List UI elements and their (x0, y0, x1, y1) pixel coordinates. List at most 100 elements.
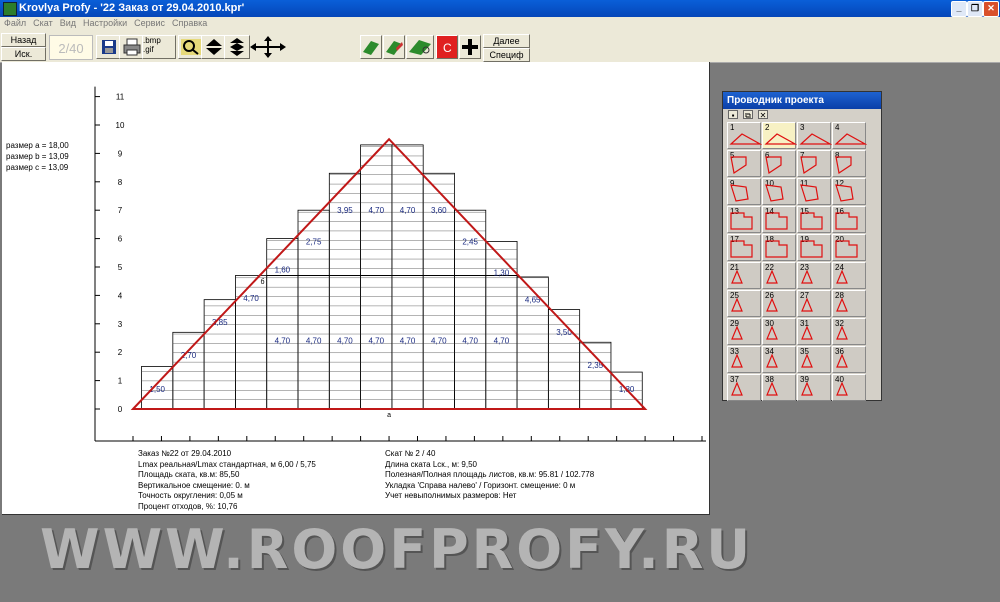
slope-thumbnail[interactable]: 24 (832, 262, 866, 289)
slope-thumbnail[interactable]: 5 (727, 150, 761, 177)
slope-thumbnail[interactable]: 28 (832, 290, 866, 317)
x-tick-label: 19 (669, 446, 678, 447)
color-button[interactable]: C (436, 35, 458, 59)
slope-shape-icon (730, 240, 753, 258)
slope-thumbnail[interactable]: 30 (762, 318, 796, 345)
upper-sheet-label: 4,70 (368, 206, 384, 215)
x-tick-label: 6 (301, 446, 306, 447)
slope-thumbnail[interactable]: 15 (797, 206, 831, 233)
wizard-view-icon[interactable]: ▪ (728, 110, 738, 120)
slope-length-info: Длина ската Lск., м: 9,50 (385, 459, 477, 469)
vertical-offset-info: Вертикальное смещение: 0. м (138, 480, 250, 490)
slope-thumbnail[interactable]: 8 (832, 150, 866, 177)
slope-thumbnail[interactable]: 3 (797, 122, 832, 149)
slope-thumbnail[interactable]: 2 (762, 122, 797, 149)
menu-settings[interactable]: Настройки (79, 17, 130, 28)
export-bmp-gif-button[interactable]: .bmp .gif (142, 35, 176, 59)
slope-thumbnail[interactable]: 17 (727, 234, 761, 261)
minimize-button[interactable]: _ (951, 1, 967, 17)
slope-thumbnail[interactable]: 14 (762, 206, 796, 233)
slope-shape-icon (835, 240, 858, 258)
slope-thumbnail[interactable]: 12 (832, 178, 866, 205)
x-tick-label: 15 (555, 446, 564, 447)
slope-thumbnail[interactable]: 34 (762, 346, 796, 373)
lower-sheet-label: 4,70 (275, 337, 291, 346)
slope-thumbnail[interactable]: 39 (797, 374, 831, 401)
x-tick-label: 17 (612, 446, 621, 447)
slope-thumbnail[interactable]: 37 (727, 374, 761, 401)
slope-thumbnail[interactable]: 9 (727, 178, 761, 205)
slope-thumbnail[interactable]: 29 (727, 318, 761, 345)
slope-thumbnail[interactable]: 20 (832, 234, 866, 261)
lower-sheet-label: 4,70 (368, 337, 384, 346)
slope-thumbnail[interactable]: 6 (762, 150, 796, 177)
sheet-column (579, 341, 612, 410)
slope-thumbnail[interactable]: 4 (832, 122, 867, 149)
impossible-sizes-info: Учет невыполнимых размеров: Нет (385, 491, 517, 500)
slope-shape-icon (765, 212, 788, 230)
y-tick-label: 0 (118, 405, 123, 414)
x-tick-label: 14 (527, 446, 536, 447)
source-data-button[interactable]: Иск. Данн. (1, 47, 46, 71)
slope-thumbnail[interactable]: 40 (832, 374, 866, 401)
slope-thumbnail[interactable]: 19 (797, 234, 831, 261)
slope-shape-icon (834, 133, 867, 145)
slope-thumbnail[interactable]: 31 (797, 318, 831, 345)
slope-thumbnail[interactable]: 1 (727, 122, 762, 149)
slope-thumbnail[interactable]: 22 (762, 262, 796, 289)
edit-slope-button[interactable] (383, 35, 405, 59)
slope-thumbnail[interactable]: 26 (762, 290, 796, 317)
slope-shape-icon (800, 240, 823, 258)
slope-thumbnail[interactable]: 16 (832, 206, 866, 233)
slope-thumbnail[interactable]: 38 (762, 374, 796, 401)
y-tick-label: 9 (118, 149, 123, 158)
slope-thumbnail[interactable]: 36 (832, 346, 866, 373)
slope-thumbnail[interactable]: 21 (727, 262, 761, 289)
slope-thumbnail[interactable]: 23 (797, 262, 831, 289)
next-button[interactable]: Далее (483, 34, 530, 48)
title-bar: Krovlya Profy - '22 Заказ от 29.04.2010.… (0, 0, 1000, 17)
double-arrow-icon (230, 38, 244, 56)
lower-sheet-label: 4,70 (431, 337, 447, 346)
wizard-close-icon[interactable]: ✕ (758, 110, 768, 120)
menu-service[interactable]: Сервис (130, 17, 168, 28)
slope-thumbnail[interactable]: 13 (727, 206, 761, 233)
slope-chart: 0123456789101101234567891011121314151617… (94, 86, 707, 447)
slope-shape-icon (836, 353, 848, 368)
add-button[interactable] (459, 35, 481, 59)
back-button[interactable]: Назад (1, 33, 46, 47)
add-slope-button[interactable] (360, 35, 382, 59)
slope-shape-icon (730, 184, 749, 202)
slope-thumbnail[interactable]: 35 (797, 346, 831, 373)
pan-button[interactable] (248, 35, 286, 59)
specification-button[interactable]: Специф (483, 48, 530, 62)
menu-view[interactable]: Вид (56, 17, 79, 28)
slope-thumbnail[interactable]: 33 (727, 346, 761, 373)
upper-sheet-label: 3,95 (337, 206, 353, 215)
layout-sheets-button[interactable] (406, 35, 434, 59)
x-tick-label: 11 (442, 446, 451, 447)
x-tick-label: 5 (273, 446, 278, 447)
menu-slope[interactable]: Скат (29, 17, 56, 28)
slope-thumbnail[interactable]: 32 (832, 318, 866, 345)
drawing-sheet: размер a = 18,00 размер b = 13,09 размер… (2, 62, 710, 515)
slope-thumbnail[interactable]: 11 (797, 178, 831, 205)
x-tick-label: 20 (698, 446, 707, 447)
sheet-column (485, 241, 518, 410)
slope-thumbnail[interactable]: 18 (762, 234, 796, 261)
wizard-restore-icon[interactable]: ⧉ (743, 110, 753, 120)
menu-file[interactable]: Файл (0, 17, 29, 28)
waste-info: Процент отходов, %: 10,76 (138, 501, 238, 511)
close-button[interactable]: ✕ (983, 1, 999, 17)
slope-thumbnail[interactable]: 10 (762, 178, 796, 205)
slope-thumbnail[interactable]: 25 (727, 290, 761, 317)
slope-shape-icon (836, 269, 848, 284)
upper-sheet-label: 3,60 (431, 206, 447, 215)
slope-shape-icon (730, 156, 747, 175)
slope-thumbnail[interactable]: 27 (797, 290, 831, 317)
scroll-page-button[interactable] (224, 35, 250, 59)
slope-thumbnail[interactable]: 7 (797, 150, 831, 177)
menu-help[interactable]: Справка (168, 17, 210, 28)
wizard-title[interactable]: Проводник проекта (723, 92, 881, 109)
maximize-button[interactable]: ❐ (967, 1, 983, 17)
